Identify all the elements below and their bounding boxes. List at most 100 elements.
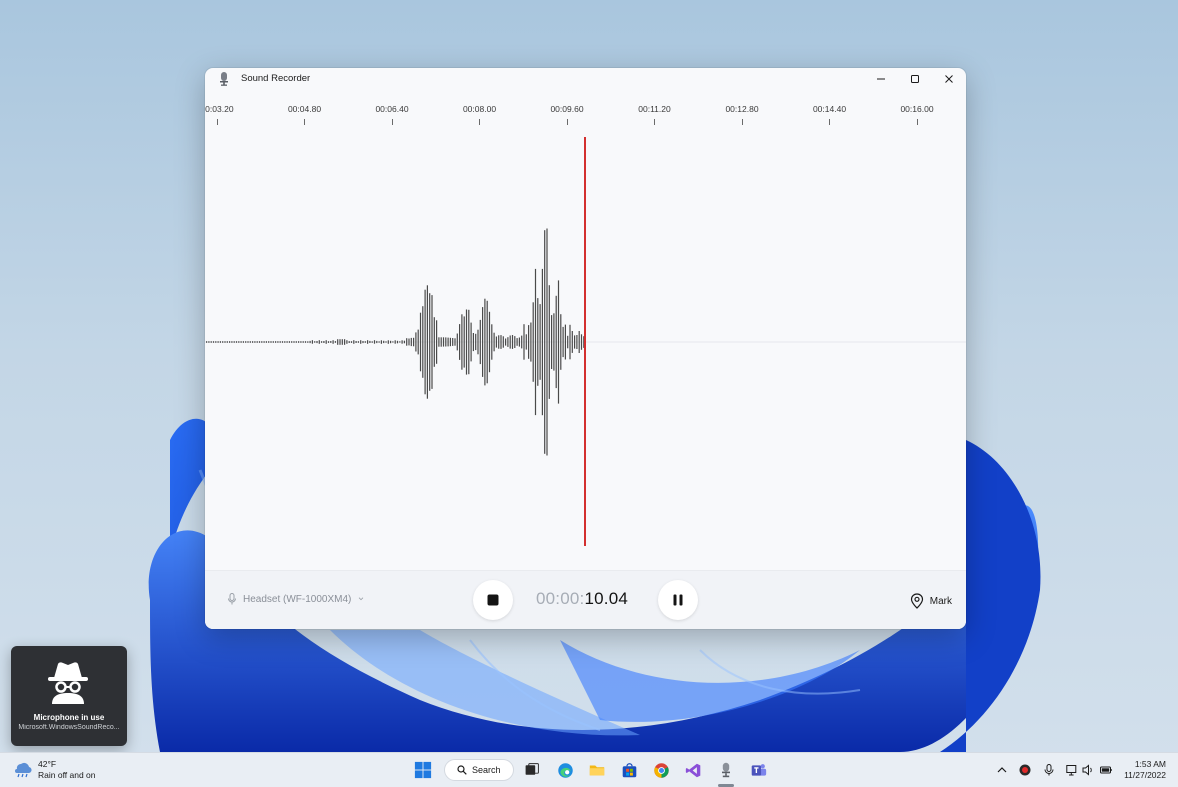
teams-icon	[751, 763, 766, 776]
timeline-label: 00:16.00	[900, 104, 934, 114]
waveform-bar	[569, 324, 571, 360]
taskbar-teams[interactable]	[748, 760, 768, 780]
waveform-bar	[438, 337, 440, 347]
task-view-button[interactable]	[522, 760, 542, 780]
taskbar-visual-studio[interactable]	[683, 760, 703, 780]
waveform-bar	[498, 335, 500, 349]
waveform-bar	[440, 337, 442, 347]
waveform-bar	[245, 341, 247, 343]
taskbar-edge[interactable]	[555, 760, 575, 780]
close-button[interactable]	[932, 68, 966, 90]
waveform-bar	[385, 341, 387, 343]
input-device-selector[interactable]: Headset (WF-1000XM4)	[227, 593, 365, 605]
waveform-bar	[551, 315, 553, 369]
waveform-bar	[314, 341, 316, 343]
tray-app-icon[interactable]	[1018, 763, 1032, 777]
waveform-bar	[376, 340, 378, 344]
battery-charging-icon	[1100, 766, 1112, 774]
taskbar-file-explorer[interactable]	[587, 760, 607, 780]
waveform-bar	[240, 341, 242, 343]
toast-title: Microphone in use	[33, 713, 105, 722]
waveform-bar	[284, 341, 286, 343]
waveform-bar	[263, 341, 265, 343]
waveform-bar	[265, 341, 267, 343]
waveform-bar	[500, 335, 502, 349]
stop-button[interactable]	[473, 580, 513, 620]
waveform-bar	[316, 341, 318, 344]
timeline-label: 00:03.20	[205, 104, 234, 114]
weather-widget[interactable]: 42°F Rain off and on	[12, 759, 96, 781]
waveform-bar	[279, 341, 281, 343]
timeline-tick	[654, 119, 655, 125]
waveform-bar	[380, 340, 382, 344]
waveform-bar	[574, 335, 576, 349]
waveform-bar	[337, 339, 339, 345]
start-button[interactable]	[413, 760, 433, 780]
tray-volume[interactable]	[1081, 763, 1095, 777]
network-monitor-icon	[1066, 765, 1077, 776]
waveform-bar	[521, 335, 523, 349]
waveform-bar	[431, 295, 433, 389]
minimize-button[interactable]	[864, 68, 898, 90]
waveform-bar	[399, 341, 401, 343]
waveform-bar	[488, 311, 491, 373]
waveform-bar	[330, 341, 332, 343]
waveform-area[interactable]	[205, 128, 966, 568]
waveform-bar	[242, 341, 244, 343]
show-hidden-icons-button[interactable]	[995, 763, 1009, 777]
recording-timer: 00:00:10.04	[536, 589, 628, 609]
waveform-bar	[247, 341, 249, 343]
title-bar[interactable]: Sound Recorder	[205, 68, 966, 90]
maximize-icon	[911, 75, 919, 83]
taskbar-search-box[interactable]: Search	[444, 759, 514, 781]
recording-controls: Headset (WF-1000XM4) 00:00:10.04 Mark	[205, 570, 966, 629]
close-icon	[945, 75, 953, 83]
waveform-bar	[231, 341, 233, 343]
waveform-bar	[445, 337, 447, 347]
waveform-bar	[311, 340, 313, 344]
waveform-bar	[406, 338, 408, 346]
taskbar-clock[interactable]: 1:53 AM 11/27/2022	[1124, 759, 1166, 781]
store-icon	[622, 762, 636, 777]
waveform-bar	[219, 341, 221, 343]
speaker-icon	[1082, 764, 1092, 776]
taskbar-microsoft-store[interactable]	[619, 760, 639, 780]
mark-button[interactable]: Mark	[910, 593, 952, 609]
waveform-bar	[546, 228, 548, 456]
pause-button[interactable]	[658, 580, 698, 620]
waveform-bar	[484, 298, 486, 386]
waveform-bar	[307, 341, 309, 343]
taskbar-chrome[interactable]	[651, 760, 671, 780]
waveform-bar	[507, 337, 509, 347]
waveform-bar	[442, 337, 445, 347]
maximize-button[interactable]	[898, 68, 932, 90]
waveform-bar	[578, 331, 580, 353]
waveform-bar	[491, 324, 493, 360]
timeline-ruler[interactable]: 00:03.20 00:04.80 00:06.40 00:08.00 00:09.60…	[205, 104, 966, 128]
waveform-bar	[348, 341, 350, 343]
waveform-bar	[468, 309, 470, 375]
waveform-bar	[378, 341, 380, 343]
microphone-app-icon	[722, 762, 730, 778]
tray-battery[interactable]	[1099, 763, 1113, 777]
waveform-bar	[360, 340, 362, 344]
waveform-bar	[426, 285, 428, 399]
waveform-bar	[424, 289, 426, 395]
tray-microphone-indicator[interactable]	[1042, 763, 1056, 777]
taskbar: 42°F Rain off and on Search 1:53 AM 11/2…	[0, 752, 1178, 787]
microphone-in-use-toast[interactable]: Microphone in use Microsoft.WindowsSound…	[11, 646, 127, 746]
waveform-bar	[293, 341, 295, 343]
waveform-bar	[226, 341, 228, 343]
waveform-bar	[369, 340, 371, 343]
waveform-bar	[564, 324, 566, 360]
folder-icon	[589, 765, 605, 776]
waveform-bar	[208, 341, 210, 343]
tray-network[interactable]	[1065, 763, 1079, 777]
waveform-bar	[362, 341, 364, 344]
taskbar-sound-recorder[interactable]	[716, 760, 736, 780]
waveform-bar	[537, 298, 539, 386]
waveform-bar	[327, 341, 330, 343]
waveform-bar	[419, 312, 422, 372]
waveform-bar	[346, 340, 348, 344]
waveform-bar	[560, 314, 562, 370]
